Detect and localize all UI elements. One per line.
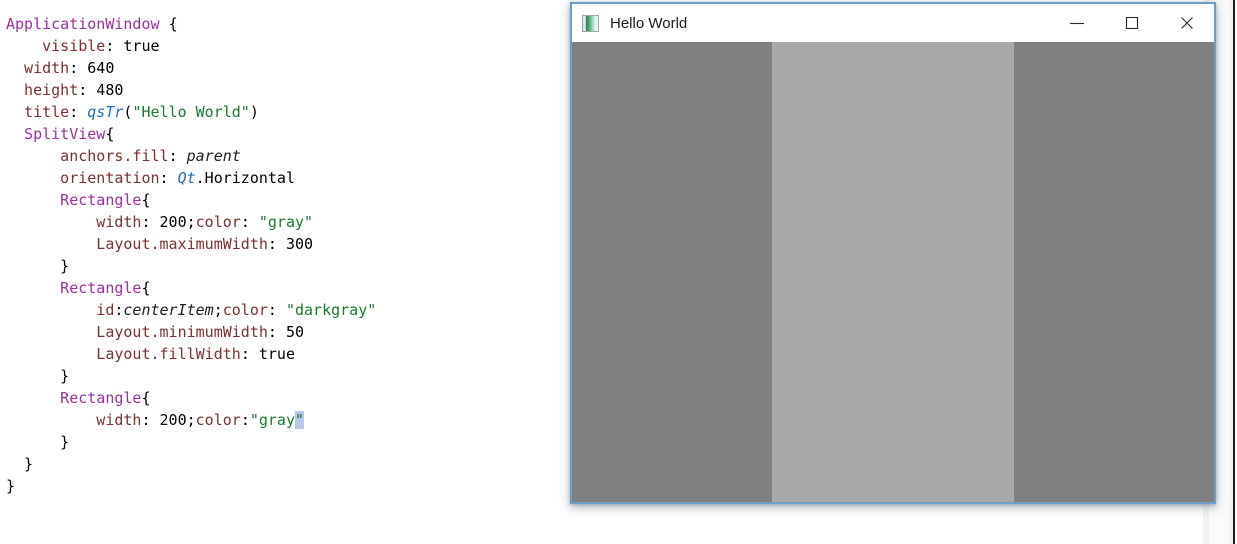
code-token: } [6, 477, 16, 495]
code-token: centerItem [123, 301, 214, 319]
code-line: width: 200;color: "gray" [6, 211, 376, 233]
minimize-button[interactable] [1049, 4, 1104, 42]
code-token: : [69, 103, 88, 121]
code-token: "Hello World" [132, 103, 250, 121]
code-line: Layout.fillWidth: true [6, 343, 376, 365]
code-token: "gray [249, 411, 295, 429]
code-token: } [6, 257, 70, 275]
code-token: Layout.minimumWidth [6, 323, 268, 341]
code-line: Rectangle{ [6, 277, 376, 299]
code-token: : [240, 411, 250, 429]
code-line: orientation: Qt.Horizontal [6, 167, 376, 189]
code-line: width: 640 [6, 57, 376, 79]
code-token: : [240, 213, 259, 231]
code-token: Rectangle [6, 389, 142, 407]
code-token: SplitView [6, 125, 106, 143]
code-token: : [267, 301, 286, 319]
code-token: : [168, 147, 187, 165]
code-line: } [6, 255, 376, 277]
window-controls [1049, 4, 1214, 42]
code-line: height: 480 [6, 79, 376, 101]
center-panel[interactable] [772, 42, 1014, 502]
code-token: title [6, 103, 70, 121]
code-token: ApplicationWindow [6, 15, 169, 33]
code-token: Qt [177, 169, 196, 187]
code-token: : 300 [267, 235, 314, 253]
code-token: Rectangle [6, 191, 142, 209]
code-token: visible [6, 37, 106, 55]
code-line: } [6, 453, 376, 475]
code-token: : true [105, 37, 160, 55]
maximize-button[interactable] [1104, 4, 1159, 42]
code-token: anchors.fill [6, 147, 169, 165]
left-panel[interactable] [572, 42, 772, 502]
code-line: id:centerItem;color: "darkgray" [6, 299, 376, 321]
code-line: Rectangle{ [6, 387, 376, 409]
code-token: "darkgray" [285, 301, 377, 319]
qt-app-icon [582, 14, 599, 32]
code-token: .Horizontal [195, 169, 295, 187]
code-token: { [105, 125, 115, 143]
code-text[interactable]: ApplicationWindow { visible: true width:… [6, 13, 376, 497]
code-token: ) [249, 103, 259, 121]
code-line: Rectangle{ [6, 189, 376, 211]
code-token: Layout.maximumWidth [6, 235, 268, 253]
code-token: " [295, 411, 305, 429]
code-token: : 50 [267, 323, 305, 341]
code-token: height [6, 81, 79, 99]
code-token: { [141, 279, 151, 297]
code-token: orientation [6, 169, 160, 187]
code-line: Layout.minimumWidth: 50 [6, 321, 376, 343]
code-token: color [222, 301, 268, 319]
code-line: visible: true [6, 35, 376, 57]
code-token: color [195, 213, 241, 231]
window-title: Hello World [610, 14, 688, 32]
code-token: : 640 [69, 59, 115, 77]
code-token: Rectangle [6, 279, 142, 297]
code-token: Layout.fillWidth [6, 345, 241, 363]
code-line: title: qsTr("Hello World") [6, 101, 376, 123]
code-line: SplitView{ [6, 123, 376, 145]
code-token: qsTr [87, 103, 124, 121]
code-token: { [141, 191, 151, 209]
code-token: : true [240, 345, 295, 363]
code-line: anchors.fill: parent [6, 145, 376, 167]
window-titlebar[interactable]: Hello World [572, 4, 1214, 42]
code-token: : 480 [78, 81, 124, 99]
code-line: width: 200;color:"gray" [6, 409, 376, 431]
code-token: { [168, 15, 178, 33]
code-token: "gray" [258, 213, 314, 231]
code-line: ApplicationWindow { [6, 13, 376, 35]
code-token: : 200; [141, 213, 196, 231]
code-token: width [6, 213, 142, 231]
code-token: : 200; [141, 411, 196, 429]
code-token: ; [213, 301, 223, 319]
code-line: } [6, 475, 376, 497]
screen: ApplicationWindow { visible: true width:… [0, 0, 1237, 544]
code-token: id [6, 301, 115, 319]
code-token: { [141, 389, 151, 407]
code-token: color [195, 411, 241, 429]
close-button[interactable] [1159, 4, 1214, 42]
code-token: width [6, 411, 142, 429]
right-panel[interactable] [1014, 42, 1214, 502]
code-line: Layout.maximumWidth: 300 [6, 233, 376, 255]
code-line: } [6, 431, 376, 453]
code-token: parent [186, 147, 241, 165]
application-window[interactable]: Hello World [570, 2, 1216, 504]
code-token: width [6, 59, 70, 77]
code-token: } [6, 367, 70, 385]
code-token: : [159, 169, 178, 187]
splitview [572, 42, 1214, 502]
code-token: } [6, 455, 34, 473]
code-token: } [6, 433, 70, 451]
code-line: } [6, 365, 376, 387]
